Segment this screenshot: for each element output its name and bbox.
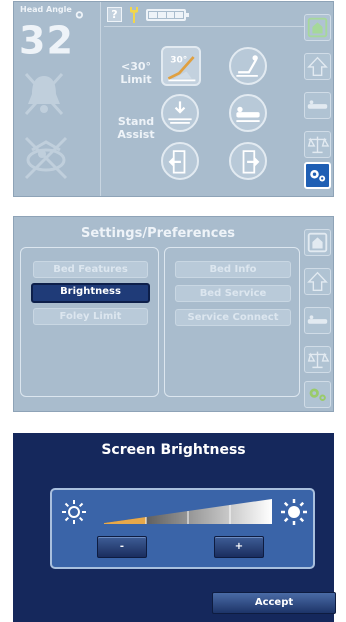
head-angle-label: Head Angle [20, 5, 72, 14]
service-connect-button[interactable]: Service Connect [175, 309, 291, 326]
exit-left-button[interactable] [161, 142, 199, 180]
bed-exit-alarm-off-icon[interactable] [22, 70, 66, 118]
bright-sun-icon [281, 499, 307, 525]
screen-brightness-dialog: Screen Brightness - + Accept [13, 433, 336, 622]
home-button[interactable] [304, 229, 331, 256]
page-title: Screen Brightness [101, 442, 246, 458]
limit-label: <30° Limit [120, 60, 152, 86]
turn-assist-off-icon[interactable] [22, 132, 70, 182]
scale-button[interactable] [304, 131, 331, 158]
brightness-button[interactable]: Brightness [31, 283, 150, 303]
head-angle-value: 32° [19, 9, 86, 63]
brightness-level-indicator[interactable] [104, 499, 272, 524]
up-arrow-icon [307, 271, 328, 291]
nav-up-button[interactable] [304, 53, 331, 80]
svg-text:30°: 30° [170, 55, 187, 65]
bed-service-button[interactable]: Bed Service [175, 285, 291, 302]
page-title: Settings/Preferences [80, 226, 236, 241]
status-bar: ? [107, 5, 307, 25]
dim-sun-icon [62, 500, 86, 524]
scale-button[interactable] [304, 346, 331, 373]
bed-icon [307, 100, 328, 109]
bed-position-button[interactable] [304, 307, 331, 334]
scale-icon [307, 136, 330, 154]
bed-control-screen: Head Angle 32° ? <30° Limit 30° Stand As… [13, 1, 334, 197]
chair-position-button[interactable] [229, 47, 267, 85]
flat-bed-button[interactable] [229, 94, 267, 132]
settings-button[interactable] [304, 381, 331, 408]
right-settings-panel: Bed Info Bed Service Service Connect [164, 247, 300, 397]
bed-features-button[interactable]: Bed Features [33, 261, 148, 278]
left-settings-panel: Bed Features Brightness Foley Limit [20, 247, 159, 397]
head-angle-panel: Head Angle 32° [14, 2, 101, 196]
up-arrow-icon [307, 56, 328, 76]
home-icon [307, 17, 328, 38]
brightness-control-panel: - + [50, 488, 315, 569]
bed-position-button[interactable] [304, 92, 331, 119]
nav-up-button[interactable] [304, 268, 331, 295]
home-button[interactable] [304, 14, 331, 41]
decrease-brightness-button[interactable]: - [97, 536, 147, 558]
settings-button[interactable] [304, 162, 331, 189]
help-button[interactable]: ? [107, 7, 122, 22]
foley-limit-button[interactable]: Foley Limit [33, 308, 148, 325]
stand-assist-button[interactable] [161, 94, 199, 132]
increase-brightness-button[interactable]: + [214, 536, 264, 558]
gear-icon [309, 388, 326, 401]
battery-indicator [146, 9, 189, 21]
head-angle-30-limit-button[interactable]: 30° [161, 46, 201, 86]
bed-info-button[interactable]: Bed Info [175, 261, 291, 278]
accept-button[interactable]: Accept [212, 592, 336, 614]
service-wrench-icon [130, 7, 138, 23]
stand-assist-label: Stand Assist [117, 115, 155, 141]
home-icon [307, 232, 328, 253]
gear-icon [310, 169, 326, 182]
settings-preferences-screen: Settings/Preferences Bed Features Bright… [13, 216, 334, 412]
exit-right-button[interactable] [229, 142, 267, 180]
scale-icon [307, 351, 330, 369]
bed-icon [307, 315, 328, 324]
